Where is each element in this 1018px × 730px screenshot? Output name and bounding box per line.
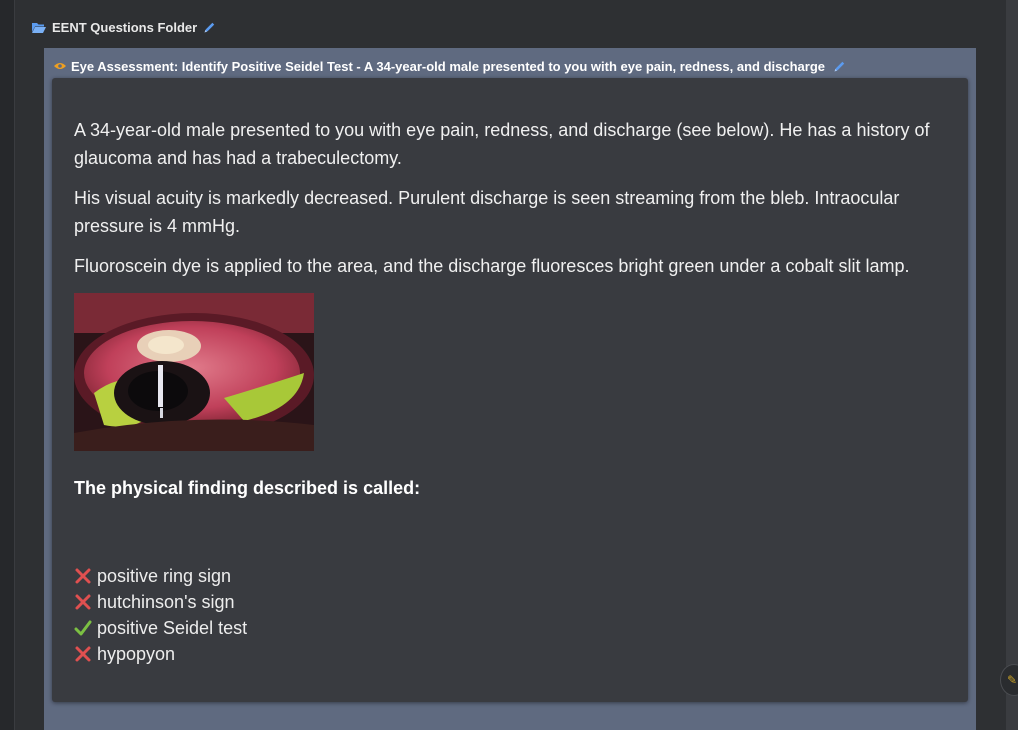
correct-check-icon (74, 620, 92, 636)
question-item-panel: Eye Assessment: Identify Positive Seidel… (44, 48, 976, 730)
question-card: A 34-year-old male presented to you with… (52, 78, 968, 702)
right-scroll-rail[interactable] (1006, 0, 1018, 730)
side-drawer-handle[interactable]: ✎ (1000, 664, 1018, 696)
folder-header[interactable]: EENT Questions Folder (32, 18, 216, 36)
wrong-x-icon (75, 594, 91, 610)
question-item-title: Eye Assessment: Identify Positive Seidel… (71, 58, 825, 74)
question-prompt: The physical finding described is called… (74, 478, 421, 498)
question-paragraph: A 34-year-old male presented to you with… (74, 120, 930, 168)
answer-option[interactable]: positive Seidel test (74, 615, 247, 641)
question-item-header[interactable]: Eye Assessment: Identify Positive Seidel… (54, 57, 846, 75)
answer-label: positive ring sign (97, 565, 232, 586)
answer-label: positive Seidel test (97, 617, 248, 638)
edit-folder-pencil-icon[interactable] (203, 21, 216, 34)
answer-option[interactable]: positive ring sign (74, 563, 247, 589)
eye-photo (74, 293, 314, 451)
eye-icon (54, 63, 66, 69)
pencil-icon: ✎ (1007, 673, 1018, 687)
edit-question-pencil-icon[interactable] (833, 60, 846, 73)
answer-label: hypopyon (97, 643, 176, 664)
answer-list: positive ring sign hutchinson's sign pos… (74, 563, 247, 667)
wrong-x-icon (75, 568, 91, 584)
folder-open-icon (32, 22, 46, 33)
question-paragraph: Fluoroscein dye is applied to the area, … (74, 256, 910, 276)
folder-title: EENT Questions Folder (52, 19, 198, 35)
wrong-x-icon (75, 646, 91, 662)
answer-option[interactable]: hypopyon (74, 641, 247, 667)
left-rail (0, 0, 15, 730)
answer-option[interactable]: hutchinson's sign (74, 589, 247, 615)
question-paragraph: His visual acuity is markedly decreased.… (74, 188, 900, 236)
answer-label: hutchinson's sign (97, 591, 235, 612)
